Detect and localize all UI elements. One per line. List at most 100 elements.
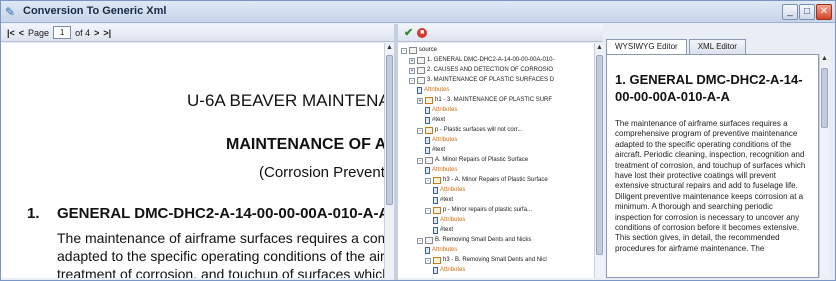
tree-node-label: Attributes xyxy=(424,87,450,93)
stop-icon[interactable]: ■ xyxy=(417,27,428,38)
pdf-page: U-6A BEAVER MAINTENANCE MAINTENANCE OF A… xyxy=(1,43,384,278)
pdf-chapter-title: MAINTENANCE OF AIRFI xyxy=(226,136,384,153)
tree-attributes-node[interactable]: Attributes xyxy=(425,246,457,255)
scroll-up-icon[interactable]: ▲ xyxy=(595,43,604,53)
tree-node[interactable]: - p - Plastic surfaces will not corr... xyxy=(417,126,522,135)
tree-node[interactable]: +1. GENERAL DMC-DHC2-A-14-00-00-00A-010- xyxy=(409,56,555,65)
scroll-thumb[interactable] xyxy=(821,68,828,128)
tree-scrollbar[interactable]: ▲ xyxy=(594,43,604,278)
close-button[interactable]: ✕ xyxy=(816,4,832,20)
page-number-input[interactable]: 1 xyxy=(53,26,72,39)
leaf-node-icon xyxy=(433,217,438,224)
pdf-chapter-subtitle: (Corrosion Preventior xyxy=(259,164,384,181)
check-icon[interactable]: ✔ xyxy=(404,26,413,39)
maximize-button[interactable]: □ xyxy=(799,4,815,20)
leaf-node-icon xyxy=(433,197,438,204)
wysiwyg-editor[interactable]: 1. GENERAL DMC-DHC2-A-14-00-00-00A-010-A… xyxy=(606,54,819,278)
pdf-paragraph-line: treatment of corrosion, and touchup of s… xyxy=(57,266,384,278)
expand-icon[interactable]: + xyxy=(409,57,415,64)
last-page-button[interactable]: >| xyxy=(103,28,111,38)
tree-node[interactable]: - p - Minor repairs of plastic surfa... xyxy=(425,206,532,215)
element-node-icon xyxy=(425,127,433,134)
tree-node[interactable]: #text xyxy=(433,226,453,235)
editor-heading[interactable]: 1. GENERAL DMC-DHC2-A-14-00-00-00A-010-A… xyxy=(615,71,810,105)
tree-attributes-node[interactable]: Attributes xyxy=(433,266,465,275)
tab-wysiwyg-editor[interactable]: WYSIWYG Editor xyxy=(606,39,687,54)
tree-node-label: Attributes xyxy=(440,267,466,273)
element-node-icon xyxy=(425,97,433,104)
tree-node[interactable]: - B. Removing Small Dents and Nicks xyxy=(417,236,531,245)
leaf-node-icon xyxy=(417,87,422,94)
tree-node-label: Attributes xyxy=(432,247,458,253)
section-node-icon xyxy=(425,157,433,164)
pdf-section-heading: GENERAL DMC-DHC2-A-14-00-00-00A-010-A-A xyxy=(57,205,384,222)
tree-node[interactable]: #text xyxy=(433,196,453,205)
minimize-button[interactable]: _ xyxy=(782,4,798,20)
prev-page-button[interactable]: < xyxy=(19,28,24,38)
window-title: Conversion To Generic Xml xyxy=(23,5,167,17)
section-node-icon xyxy=(417,77,425,84)
tree-node[interactable]: - 3. MAINTENANCE OF PLASTIC SURFACES D xyxy=(409,76,554,85)
expand-icon[interactable]: + xyxy=(417,97,423,104)
leaf-node-icon xyxy=(433,187,438,194)
page-label: Page xyxy=(28,27,50,38)
scroll-thumb[interactable] xyxy=(386,55,393,205)
leaf-node-icon xyxy=(425,247,430,254)
section-node-icon xyxy=(417,67,425,74)
collapse-icon[interactable]: - xyxy=(425,207,431,214)
first-page-button[interactable]: |< xyxy=(7,28,15,38)
tree-attributes-node[interactable]: Attributes xyxy=(433,216,465,225)
tree-node-label: Attributes xyxy=(432,107,458,113)
tree-node[interactable]: #text xyxy=(425,116,445,125)
tree-node[interactable]: - source xyxy=(401,46,437,55)
editor-body-text[interactable]: The maintenance of airframe surfaces req… xyxy=(615,119,810,254)
element-node-icon xyxy=(433,177,441,184)
tree-node-label: 2. CAUSES AND DETECTION OF CORROSIO xyxy=(427,67,554,73)
next-page-button[interactable]: > xyxy=(94,28,99,38)
page-count: of 4 xyxy=(75,27,91,38)
tab-xml-editor[interactable]: XML Editor xyxy=(688,39,746,54)
xml-tree: - source +1. GENERAL DMC-DHC2-A-14-00-00-0… xyxy=(398,43,594,278)
scroll-up-icon[interactable]: ▲ xyxy=(385,43,394,53)
collapse-icon[interactable]: - xyxy=(401,47,407,54)
tree-node-label: B. Removing Small Dents and Nicks xyxy=(435,237,532,243)
tree-node[interactable]: +2. CAUSES AND DETECTION OF CORROSIO xyxy=(409,66,553,75)
tree-attributes-node[interactable]: Attributes xyxy=(417,86,449,95)
tree-node-label: p - Minor repairs of plastic surfa... xyxy=(443,207,533,213)
scroll-up-icon[interactable]: ▲ xyxy=(820,54,829,64)
tree-node[interactable]: - A. Minor Repairs of Plastic Surface xyxy=(417,156,528,165)
collapse-icon[interactable]: - xyxy=(417,127,423,134)
expand-icon[interactable]: + xyxy=(409,67,415,74)
editor-scrollbar[interactable]: ▲ xyxy=(819,54,829,278)
tree-attributes-node[interactable]: Attributes xyxy=(425,106,457,115)
tree-node[interactable]: #text xyxy=(425,146,445,155)
tree-node[interactable]: - h3 - B. Removing Small Dents and Nicl xyxy=(425,256,547,265)
collapse-icon[interactable]: - xyxy=(425,177,431,184)
leaf-node-icon xyxy=(433,267,438,274)
tree-attributes-node[interactable]: Attributes xyxy=(425,136,457,145)
tree-node[interactable]: - h3 - A. Minor Repairs of Plastic Surfac… xyxy=(425,176,548,185)
tree-toolbar: ✔ ■ xyxy=(398,24,603,42)
pdf-document-title: U-6A BEAVER MAINTENANCE xyxy=(187,91,384,110)
window-controls: _ □ ✕ xyxy=(782,4,832,20)
pdf-section-number: 1. xyxy=(27,205,40,222)
section-node-icon xyxy=(425,237,433,244)
tree-attributes-node[interactable]: Attributes xyxy=(425,166,457,175)
title-bar[interactable]: ✎ Conversion To Generic Xml _ □ ✕ xyxy=(1,1,835,23)
tree-node-label: #text xyxy=(440,227,454,233)
leaf-node-icon xyxy=(425,137,430,144)
section-node-icon xyxy=(417,57,425,64)
app-window: ✎ Conversion To Generic Xml _ □ ✕ |< < P… xyxy=(0,0,836,281)
tree-node-label: p - Plastic surfaces will not corr... xyxy=(435,127,523,133)
tree-node[interactable]: + h1 - 3. MAINTENANCE OF PLASTIC SURF xyxy=(417,96,552,105)
scroll-thumb[interactable] xyxy=(596,55,603,255)
tree-attributes-node[interactable]: Attributes xyxy=(433,186,465,195)
collapse-icon[interactable]: - xyxy=(417,157,423,164)
collapse-icon[interactable]: - xyxy=(409,77,415,84)
collapse-icon[interactable]: - xyxy=(417,237,423,244)
leaf-node-icon xyxy=(425,167,430,174)
tree-node-label: #text xyxy=(432,147,446,153)
collapse-icon[interactable]: - xyxy=(425,257,431,264)
pdf-scrollbar[interactable]: ▲ xyxy=(384,43,394,278)
tree-node-label: Attributes xyxy=(440,187,466,193)
